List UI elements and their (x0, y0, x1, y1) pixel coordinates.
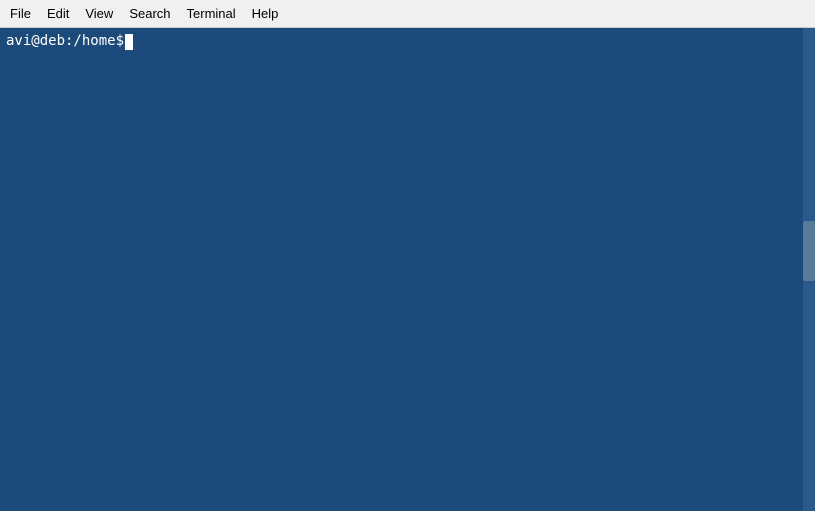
menu-search[interactable]: Search (121, 3, 178, 24)
menu-edit[interactable]: Edit (39, 3, 77, 24)
terminal-cursor (125, 34, 133, 50)
menu-help[interactable]: Help (244, 3, 287, 24)
terminal-area[interactable]: avi@deb:/home$ (0, 28, 815, 511)
scrollbar-thumb[interactable] (803, 221, 815, 281)
menu-file[interactable]: File (2, 3, 39, 24)
prompt-line: avi@deb:/home$ (6, 32, 809, 52)
menubar: File Edit View Search Terminal Help (0, 0, 815, 28)
prompt-text: avi@deb:/home$ (6, 32, 124, 52)
menu-view[interactable]: View (77, 3, 121, 24)
scrollbar[interactable] (803, 28, 815, 511)
menu-terminal[interactable]: Terminal (179, 3, 244, 24)
